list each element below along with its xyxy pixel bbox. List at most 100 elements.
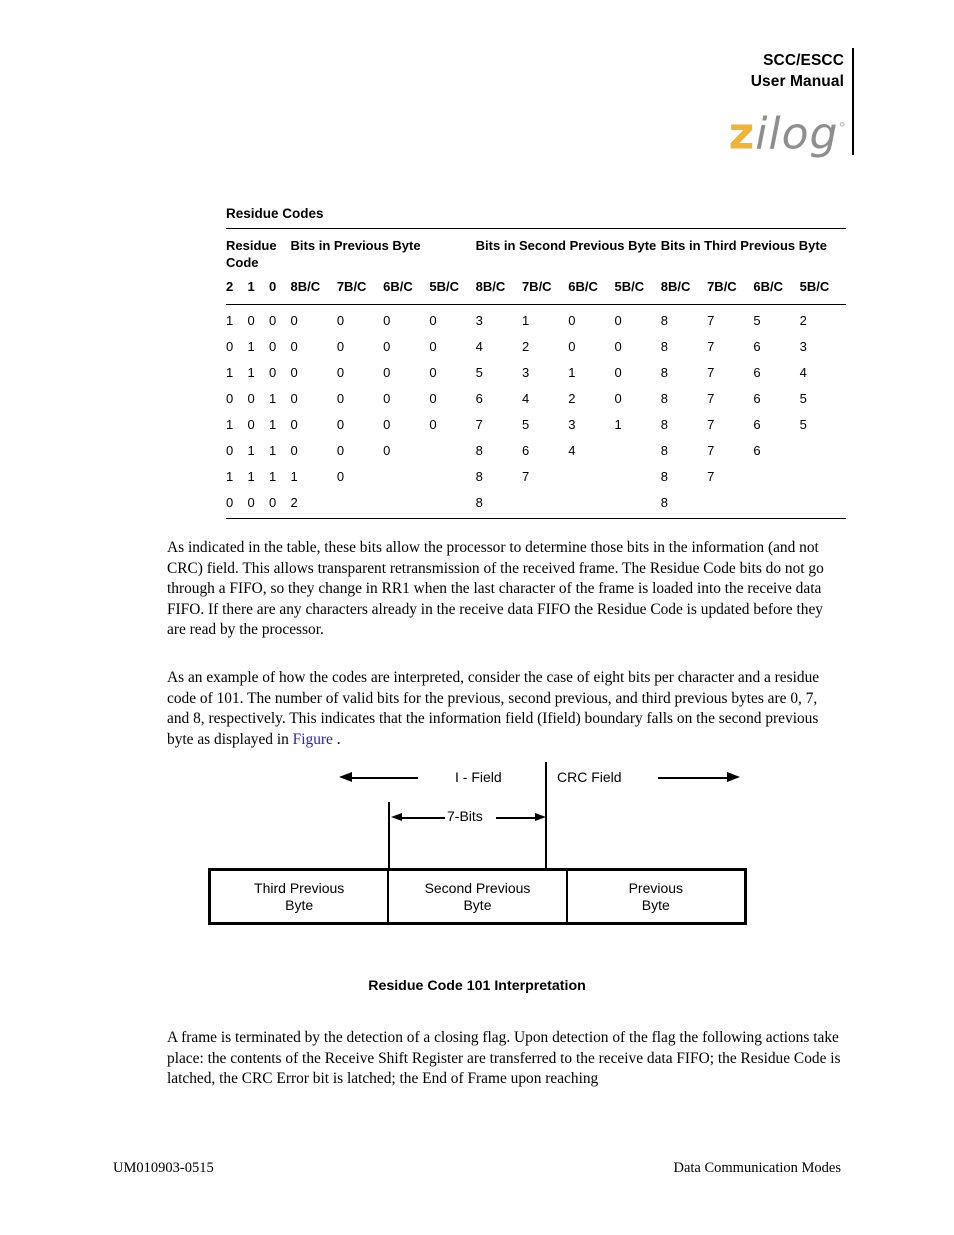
cell: 0 [614,365,622,380]
cell [429,438,475,464]
subheader-prev-8bc: 8B/C [290,273,337,305]
cell: 2 [290,489,337,519]
table-group-header-row: Residue Code Bits in Previous Byte Bits … [226,228,846,273]
cell: 0 [383,443,391,458]
cell: 7 [707,469,715,484]
subheader-second-5bc: 5B/C [614,273,661,305]
cell: 0 [226,339,234,354]
cell [707,489,754,519]
cell: 4 [799,365,807,380]
logo-letters-ilog: ilog [755,108,839,160]
header-vertical-rule [852,48,854,155]
cell: 1 [226,313,234,328]
table-row: 0 0 0 2 8 8 [226,489,846,519]
cell: 8 [660,417,669,432]
cell: 6 [753,417,761,432]
subheader-second-8bc: 8B/C [475,273,522,305]
cell: 0 [247,391,255,406]
cell: 8 [660,489,708,519]
subheader-second-6bc: 6B/C [568,273,615,305]
byte-cell-second-previous-text: Second Previous Byte [425,880,531,914]
byte-cell-previous: Previous Byte [568,871,744,922]
cell: 0 [614,391,622,406]
manual-title: SCC/ESCC User Manual [544,50,844,92]
residue-interpretation-diagram: I - Field CRC Field 7-Bits Third Previou… [0,750,954,950]
cell: 1 [226,469,234,484]
ifield-label: I - Field [455,769,502,785]
table-row: 0 0 1 0 0 0 0 6 4 2 0 8 7 6 5 [226,386,846,412]
cell: 7 [707,339,715,354]
cell: 0 [247,313,255,328]
table-row: 1 1 1 1 0 8 7 8 7 [226,464,846,490]
cell: 5 [475,365,483,380]
cell: 2 [568,391,576,406]
cell: 8 [475,469,483,484]
cell: 8 [660,391,669,406]
cell: 8 [660,443,669,458]
figure-caption: Residue Code 101 Interpretation [368,978,586,994]
cell: 0 [269,313,277,328]
ifield-boundary-line-left [388,802,390,868]
cell: 0 [247,417,255,432]
page-header: SCC/ESCC User Manual zilog° [0,0,954,170]
subheader-prev-5bc: 5B/C [429,273,476,305]
cell: 7 [707,443,715,458]
cell: 8 [475,443,483,458]
byte-cell-line1: Third Previous [254,879,345,896]
cell: 0 [226,391,234,406]
table-row: 1 0 1 0 0 0 0 7 5 3 1 8 7 6 5 [226,412,846,438]
cell: 7 [521,469,530,484]
table-row: 1 1 0 0 0 0 0 5 3 1 0 8 7 6 4 [226,360,846,386]
cell: 1 [614,417,622,432]
cell: 3 [475,313,483,328]
cell: 0 [614,339,622,354]
cell: 0 [290,417,298,432]
cell: 5 [753,313,761,328]
cell: 5 [521,417,530,432]
cell: 2 [521,339,530,354]
cell: 6 [521,443,530,458]
cell [568,489,615,519]
cell: 6 [753,391,761,406]
paragraph-residue-bits: As indicated in the table, these bits al… [167,539,824,639]
paragraph-example-text: As an example of how the codes are inter… [167,669,820,748]
paragraph-example-tail: . [332,730,341,748]
cell: 6 [753,339,761,354]
cell [800,464,846,490]
cell: 8 [660,365,669,380]
ifield-boundary-line-right [545,762,547,868]
group-header-third-previous-byte: Bits in Third Previous Byte [660,228,846,273]
subheader-bit0: 0 [269,273,291,305]
cell: 0 [290,443,298,458]
cell: 8 [660,469,669,484]
cell: 2 [799,313,807,328]
cell: 0 [336,313,345,328]
cell: 0 [429,313,437,328]
manual-title-line2: User Manual [750,73,844,90]
cell: 0 [336,339,345,354]
cell: 0 [269,365,277,380]
cell: 1 [226,365,234,380]
cell [429,489,476,519]
subheader-prev-7bc: 7B/C [336,273,384,305]
bits-dim-shaft-left [398,817,445,819]
subheader-third-7bc: 7B/C [707,273,754,305]
residue-codes-table: Residue Code Bits in Previous Byte Bits … [226,228,846,519]
cell: 1 [247,339,255,354]
manual-title-line1: SCC/ESCC [763,52,844,69]
cell: 0 [614,313,622,328]
cell: 0 [290,365,298,380]
cell: 0 [336,365,345,380]
document-page: SCC/ESCC User Manual zilog° Residue Code… [0,0,954,1235]
cell: 1 [290,469,298,484]
cell: 0 [383,365,391,380]
cell: 3 [521,365,530,380]
cell: 1 [247,443,255,458]
figure-link[interactable]: Figure [293,731,333,748]
cell: 0 [336,443,345,458]
cell [568,464,614,490]
byte-cell-line2: Byte [641,896,670,913]
cell: 4 [568,443,576,458]
cell: 1 [247,365,255,380]
cell: 0 [568,339,576,354]
